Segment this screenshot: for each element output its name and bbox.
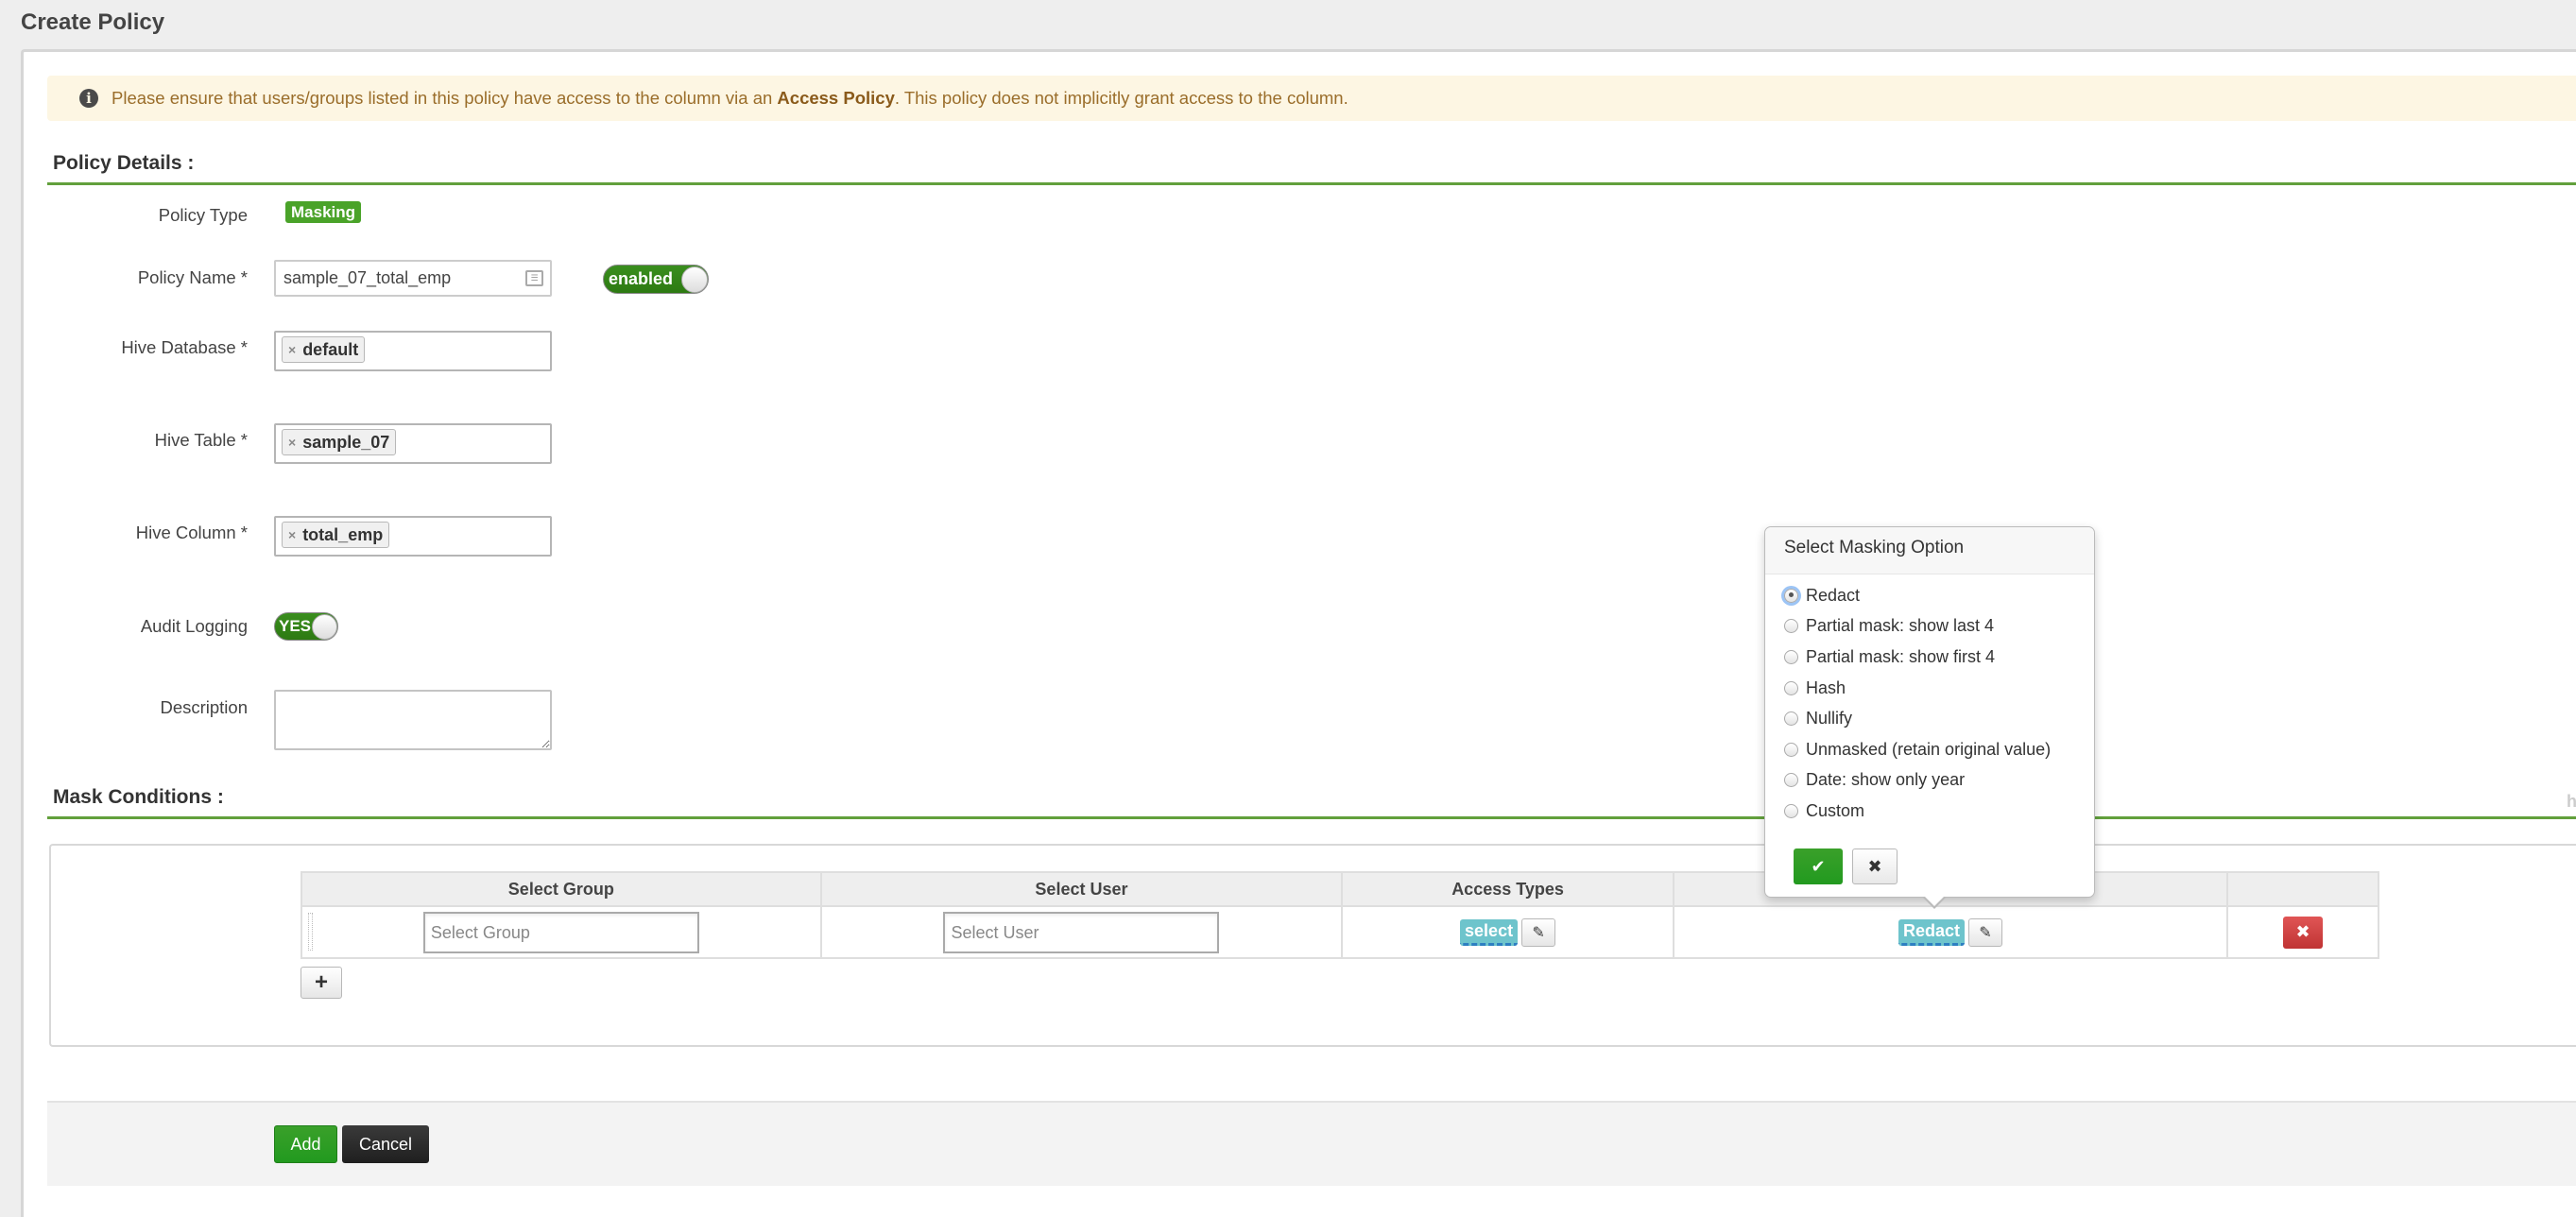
section-divider <box>47 182 2576 185</box>
drag-handle[interactable] <box>308 913 313 951</box>
remove-tag-icon[interactable]: × <box>288 435 296 450</box>
remove-tag-icon[interactable]: × <box>288 527 296 542</box>
masking-option-tag[interactable]: Redact <box>1898 918 1965 946</box>
column-header-select-group: Select Group <box>301 871 822 907</box>
alert-text: Please ensure that users/groups listed i… <box>112 88 1348 108</box>
confirm-masking-button[interactable]: ✔ <box>1794 848 1843 884</box>
hive-database-label: Hive Database * <box>121 337 248 357</box>
masking-option[interactable]: Nullify <box>1765 703 2094 734</box>
description-label: Description <box>160 697 248 717</box>
masking-options-list: Redact Partial mask: show last 4 Partial… <box>1765 574 2094 827</box>
close-icon: ✖ <box>2295 922 2310 941</box>
masking-option[interactable]: Custom <box>1765 796 2094 827</box>
policy-name-label: Policy Name * <box>137 267 248 287</box>
add-condition-button[interactable]: + <box>301 967 342 999</box>
column-header-access-types: Access Types <box>1341 871 1674 907</box>
hive-table-label: Hive Table * <box>154 430 248 450</box>
policy-enabled-toggle[interactable]: enabled <box>603 265 709 294</box>
radio-button[interactable] <box>1784 588 1798 603</box>
radio-button[interactable] <box>1784 649 1798 664</box>
hive-database-tag: × default <box>282 336 366 363</box>
masking-option[interactable]: Redact <box>1765 580 2094 611</box>
radio-button[interactable] <box>1784 680 1798 695</box>
radio-button[interactable] <box>1784 773 1798 788</box>
audit-logging-label: Audit Logging <box>140 616 248 636</box>
select-group-input[interactable]: Select Group <box>422 911 699 953</box>
audit-logging-toggle[interactable]: YES <box>274 612 338 641</box>
contact-card-icon: ☰ <box>525 270 543 286</box>
mask-conditions-title: Mask Conditions : <box>53 786 224 808</box>
popover-arrow <box>1922 896 1947 909</box>
popover-title: Select Masking Option <box>1765 527 2094 574</box>
edit-masking-button[interactable]: ✎ <box>1968 917 2002 947</box>
description-textarea[interactable] <box>274 690 552 750</box>
pencil-icon: ✎ <box>1532 924 1545 941</box>
pencil-icon: ✎ <box>1979 924 1992 941</box>
hive-table-input[interactable]: × sample_07 <box>274 423 552 464</box>
radio-button[interactable] <box>1784 742 1798 757</box>
warning-alert: i Please ensure that users/groups listed… <box>47 76 2576 121</box>
section-divider <box>47 816 2576 819</box>
hive-column-input[interactable]: × total_emp <box>274 516 552 557</box>
radio-button[interactable] <box>1784 803 1798 818</box>
toggle-knob <box>681 266 708 293</box>
masking-option[interactable]: Date: show only year <box>1765 765 2094 797</box>
masking-option[interactable]: Partial mask: show first 4 <box>1765 642 2094 673</box>
policy-type-label: Policy Type <box>158 205 248 225</box>
radio-button[interactable] <box>1784 711 1798 727</box>
policy-type-badge: Masking <box>285 201 362 223</box>
hive-column-label: Hive Column * <box>135 523 248 542</box>
masking-option[interactable]: Hash <box>1765 673 2094 704</box>
page-title: Create Policy <box>21 9 165 35</box>
hive-column-tag: × total_emp <box>282 522 390 548</box>
table-row: Select Group Select User select ✎ Redact ✎… <box>301 905 2379 959</box>
remove-tag-icon[interactable]: × <box>288 342 296 357</box>
cancel-masking-button[interactable]: ✖ <box>1852 848 1898 884</box>
masking-option[interactable]: Unmasked (retain original value) <box>1765 734 2094 765</box>
radio-button[interactable] <box>1784 619 1798 634</box>
edit-access-types-button[interactable]: ✎ <box>1521 917 1556 947</box>
select-user-input[interactable]: Select User <box>943 911 1220 953</box>
masking-option-popover: Select Masking Option Redact Partial mas… <box>1764 526 2095 909</box>
hive-database-input[interactable]: × default <box>274 331 552 371</box>
delete-row-button[interactable]: ✖ <box>2283 916 2324 949</box>
hive-table-tag: × sample_07 <box>282 429 397 455</box>
masking-option[interactable]: Partial mask: show last 4 <box>1765 611 2094 643</box>
cancel-button[interactable]: Cancel <box>342 1125 429 1163</box>
hide-link[interactable]: h <box>2567 792 2576 812</box>
toggle-knob <box>312 613 337 640</box>
close-icon: ✖ <box>1867 856 1882 876</box>
column-header-select-user: Select User <box>819 871 1344 907</box>
access-type-tag[interactable]: select <box>1460 918 1519 946</box>
column-header-delete <box>2226 871 2379 907</box>
info-icon: i <box>79 89 98 108</box>
add-button[interactable]: Add <box>274 1125 337 1163</box>
policy-details-title: Policy Details : <box>53 152 195 174</box>
policy-name-input[interactable]: sample_07_total_emp ☰ <box>274 260 552 297</box>
checkmark-icon: ✔ <box>1811 856 1826 876</box>
